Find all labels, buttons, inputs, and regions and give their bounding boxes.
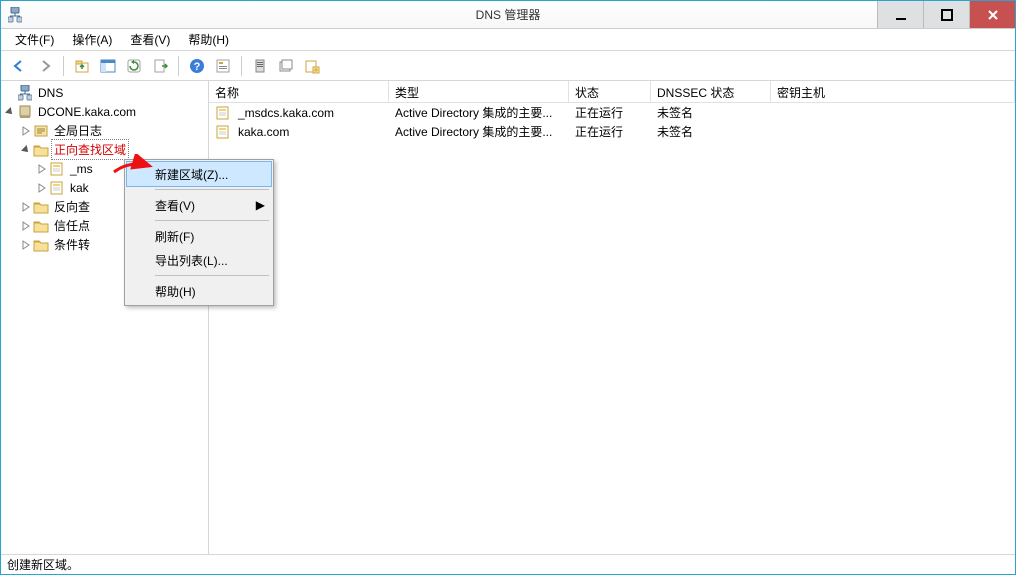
zone-icon: [49, 161, 65, 177]
show-hide-tree-button[interactable]: [96, 54, 120, 78]
list-row[interactable]: _msdcs.kaka.com Active Directory 集成的主要...…: [209, 103, 1015, 122]
menu-bar: 文件(F) 操作(A) 查看(V) 帮助(H): [1, 29, 1015, 51]
cell-status: 正在运行: [569, 103, 651, 122]
cell-dnssec: 未签名: [651, 103, 771, 122]
menu-action[interactable]: 操作(A): [64, 29, 120, 50]
title-bar: DNS 管理器: [1, 1, 1015, 29]
cell-status: 正在运行: [569, 122, 651, 141]
status-text: 创建新区域。: [7, 556, 79, 573]
cell-name-text: _msdcs.kaka.com: [238, 106, 334, 120]
main-split: DNS DCONE.kaka.com 全局日志 正向查找区域 _ms kak: [1, 81, 1015, 554]
col-name[interactable]: 名称: [209, 81, 389, 102]
cell-name: kaka.com: [209, 123, 389, 141]
ctx-export[interactable]: 导出列表(L)...: [127, 248, 271, 272]
expander-icon[interactable]: [35, 164, 49, 174]
tree-label: 信任点: [52, 216, 92, 235]
ctx-view[interactable]: 查看(V) ▶: [127, 193, 271, 217]
forward-button[interactable]: [33, 54, 57, 78]
status-bar: 创建新区域。: [1, 554, 1015, 574]
submenu-arrow-icon: ▶: [256, 198, 265, 212]
tree-label: _ms: [68, 161, 95, 177]
tree-label: DCONE.kaka.com: [36, 104, 138, 120]
expander-icon[interactable]: [19, 145, 33, 155]
minimize-button[interactable]: [877, 1, 923, 28]
menu-view[interactable]: 查看(V): [122, 29, 178, 50]
close-button[interactable]: [969, 1, 1015, 28]
column-headers: 名称 类型 状态 DNSSEC 状态 密钥主机: [209, 81, 1015, 103]
ctx-separator: [155, 275, 269, 276]
ctx-separator: [155, 189, 269, 190]
ctx-help[interactable]: 帮助(H): [127, 279, 271, 303]
ctx-label: 帮助(H): [155, 283, 196, 300]
expander-icon[interactable]: [19, 221, 33, 231]
toolbar-separator: [178, 56, 179, 76]
folder-icon: [33, 237, 49, 253]
col-type[interactable]: 类型: [389, 81, 569, 102]
back-button[interactable]: [7, 54, 31, 78]
toolbar: ?: [1, 51, 1015, 81]
expander-icon[interactable]: [19, 126, 33, 136]
toolbar-separator: [241, 56, 242, 76]
cell-type: Active Directory 集成的主要...: [389, 103, 569, 122]
new-record-button[interactable]: [300, 54, 324, 78]
tree-forward-zone[interactable]: 正向查找区域: [1, 140, 208, 159]
tree-label: 正向查找区域: [52, 140, 128, 159]
log-icon: [33, 123, 49, 139]
col-dnssec[interactable]: DNSSEC 状态: [651, 81, 771, 102]
new-window-button[interactable]: [274, 54, 298, 78]
filter-button[interactable]: [248, 54, 272, 78]
col-status[interactable]: 状态: [569, 81, 651, 102]
col-keyhost[interactable]: 密钥主机: [771, 81, 1015, 102]
expander-icon[interactable]: [35, 183, 49, 193]
svg-text:?: ?: [194, 61, 201, 73]
expander-icon[interactable]: [19, 202, 33, 212]
tree-label: 反向查: [52, 197, 92, 216]
tree-global-log[interactable]: 全局日志: [1, 121, 208, 140]
ctx-new-zone[interactable]: 新建区域(Z)...: [127, 162, 271, 186]
cell-type: Active Directory 集成的主要...: [389, 122, 569, 141]
window-title: DNS 管理器: [1, 6, 1015, 23]
zone-icon: [215, 124, 231, 140]
up-button[interactable]: [70, 54, 94, 78]
export-button[interactable]: [148, 54, 172, 78]
cell-dnssec: 未签名: [651, 122, 771, 141]
help-button[interactable]: ?: [185, 54, 209, 78]
maximize-button[interactable]: [923, 1, 969, 28]
folder-icon: [33, 218, 49, 234]
zone-icon: [215, 105, 231, 121]
folder-icon: [33, 199, 49, 215]
menu-help[interactable]: 帮助(H): [180, 29, 237, 50]
tree-label: DNS: [36, 85, 65, 101]
tree-server[interactable]: DCONE.kaka.com: [1, 102, 208, 121]
ctx-label: 刷新(F): [155, 228, 194, 245]
cell-name: _msdcs.kaka.com: [209, 104, 389, 122]
cell-name-text: kaka.com: [238, 125, 289, 139]
ctx-label: 导出列表(L)...: [155, 252, 228, 269]
list-row[interactable]: kaka.com Active Directory 集成的主要...正在运行未签名: [209, 122, 1015, 141]
tree-label: 条件转: [52, 235, 92, 254]
list-pane[interactable]: 名称 类型 状态 DNSSEC 状态 密钥主机 _msdcs.kaka.com A…: [209, 81, 1015, 554]
ctx-separator: [155, 220, 269, 221]
ctx-label: 查看(V): [155, 197, 195, 214]
zone-icon: [49, 180, 65, 196]
tree-root-dns[interactable]: DNS: [1, 83, 208, 102]
tree-label: 全局日志: [52, 121, 104, 140]
app-icon: [1, 7, 29, 23]
expander-icon[interactable]: [19, 240, 33, 250]
context-menu: 新建区域(Z)... 查看(V) ▶ 刷新(F) 导出列表(L)... 帮助(H): [124, 159, 274, 306]
folder-icon: [33, 142, 49, 158]
tree-pane[interactable]: DNS DCONE.kaka.com 全局日志 正向查找区域 _ms kak: [1, 81, 209, 554]
refresh-button[interactable]: [122, 54, 146, 78]
menu-file[interactable]: 文件(F): [7, 29, 62, 50]
server-icon: [17, 104, 33, 120]
expander-icon[interactable]: [3, 107, 17, 117]
properties-button[interactable]: [211, 54, 235, 78]
ctx-label: 新建区域(Z)...: [155, 166, 228, 183]
toolbar-separator: [63, 56, 64, 76]
dns-icon: [17, 85, 33, 101]
tree-label: kak: [68, 180, 91, 196]
ctx-refresh[interactable]: 刷新(F): [127, 224, 271, 248]
